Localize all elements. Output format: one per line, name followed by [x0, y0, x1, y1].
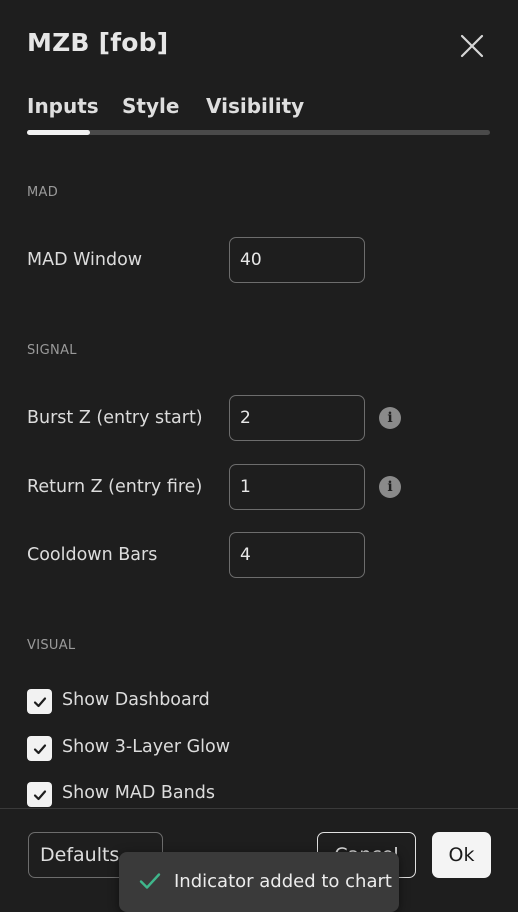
checkbox-label: Show Dashboard — [62, 690, 210, 710]
checkmark-icon — [33, 743, 46, 754]
checkbox-label: Show 3-Layer Glow — [62, 737, 231, 757]
toast-message: Indicator added to chart — [174, 871, 392, 892]
indicator-settings-dialog: MZB [fob] Inputs Style Visibility MAD MA… — [0, 0, 518, 912]
cooldown-bars-input[interactable] — [229, 532, 365, 578]
close-icon — [460, 34, 484, 58]
checkmark-icon — [33, 789, 46, 800]
return-z-input[interactable] — [229, 464, 365, 510]
mad-window-label: MAD Window — [27, 250, 143, 270]
checkbox-checked[interactable] — [27, 782, 52, 807]
tab-style[interactable]: Style — [122, 94, 179, 118]
dialog-title: MZB [fob] — [27, 28, 169, 57]
checkbox-checked[interactable] — [27, 689, 52, 714]
checkmark-icon — [33, 696, 46, 707]
info-icon[interactable]: i — [379, 407, 401, 429]
active-tab-indicator — [27, 130, 90, 135]
tab-visibility[interactable]: Visibility — [206, 94, 304, 118]
checkbox-checked[interactable] — [27, 736, 52, 761]
ok-button[interactable]: Ok — [432, 832, 491, 878]
burst-z-input[interactable] — [229, 395, 365, 441]
info-icon[interactable]: i — [379, 476, 401, 498]
tab-inputs[interactable]: Inputs — [27, 94, 99, 118]
tab-track — [27, 130, 490, 135]
return-z-label: Return Z (entry fire) — [27, 477, 203, 497]
footer-divider — [0, 808, 518, 809]
section-heading-visual: VISUAL — [27, 638, 76, 653]
section-heading-mad: MAD — [27, 185, 59, 200]
section-heading-signal: SIGNAL — [27, 343, 77, 358]
toast-notification: Indicator added to chart — [119, 852, 399, 912]
checkmark-icon — [137, 868, 163, 898]
mad-window-input[interactable] — [229, 237, 365, 283]
checkbox-label: Show MAD Bands — [62, 783, 215, 803]
burst-z-label: Burst Z (entry start) — [27, 408, 203, 428]
close-button[interactable] — [456, 30, 488, 62]
cooldown-bars-label: Cooldown Bars — [27, 545, 158, 565]
